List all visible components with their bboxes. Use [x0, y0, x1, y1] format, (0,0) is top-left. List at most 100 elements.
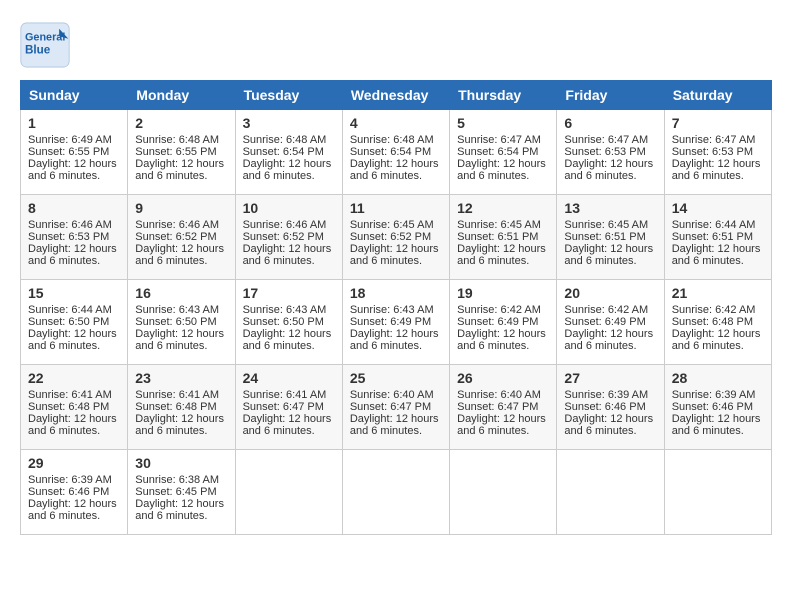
calendar-cell: 6Sunrise: 6:47 AMSunset: 6:53 PMDaylight… — [557, 110, 664, 195]
sunset-text: Sunset: 6:51 PM — [457, 231, 538, 243]
calendar-cell: 27Sunrise: 6:39 AMSunset: 6:46 PMDayligh… — [557, 365, 664, 450]
calendar-week-row: 1Sunrise: 6:49 AMSunset: 6:55 PMDaylight… — [21, 110, 772, 195]
calendar-cell: 5Sunrise: 6:47 AMSunset: 6:54 PMDaylight… — [450, 110, 557, 195]
sunset-text: Sunset: 6:46 PM — [28, 486, 109, 498]
daylight-label: Daylight: 12 hours and 6 minutes. — [457, 243, 546, 267]
day-number: 5 — [457, 115, 549, 131]
day-number: 8 — [28, 200, 120, 216]
sunrise-text: Sunrise: 6:41 AM — [135, 389, 219, 401]
calendar-cell: 28Sunrise: 6:39 AMSunset: 6:46 PMDayligh… — [664, 365, 771, 450]
col-header-saturday: Saturday — [664, 81, 771, 110]
sunrise-text: Sunrise: 6:49 AM — [28, 134, 112, 146]
sunset-text: Sunset: 6:46 PM — [672, 401, 753, 413]
sunrise-text: Sunrise: 6:39 AM — [564, 389, 648, 401]
sunset-text: Sunset: 6:55 PM — [28, 146, 109, 158]
sunrise-text: Sunrise: 6:44 AM — [28, 304, 112, 316]
day-number: 3 — [243, 115, 335, 131]
calendar-cell: 26Sunrise: 6:40 AMSunset: 6:47 PMDayligh… — [450, 365, 557, 450]
calendar-cell: 16Sunrise: 6:43 AMSunset: 6:50 PMDayligh… — [128, 280, 235, 365]
sunset-text: Sunset: 6:52 PM — [350, 231, 431, 243]
calendar-cell: 12Sunrise: 6:45 AMSunset: 6:51 PMDayligh… — [450, 195, 557, 280]
sunset-text: Sunset: 6:54 PM — [350, 146, 431, 158]
day-number: 26 — [457, 370, 549, 386]
day-number: 15 — [28, 285, 120, 301]
calendar-cell: 17Sunrise: 6:43 AMSunset: 6:50 PMDayligh… — [235, 280, 342, 365]
sunset-text: Sunset: 6:47 PM — [457, 401, 538, 413]
day-number: 13 — [564, 200, 656, 216]
daylight-label: Daylight: 12 hours and 6 minutes. — [672, 328, 761, 352]
sunrise-text: Sunrise: 6:38 AM — [135, 474, 219, 486]
daylight-label: Daylight: 12 hours and 6 minutes. — [135, 243, 224, 267]
daylight-label: Daylight: 12 hours and 6 minutes. — [135, 158, 224, 182]
sunset-text: Sunset: 6:52 PM — [135, 231, 216, 243]
day-number: 24 — [243, 370, 335, 386]
col-header-thursday: Thursday — [450, 81, 557, 110]
calendar-cell: 4Sunrise: 6:48 AMSunset: 6:54 PMDaylight… — [342, 110, 449, 195]
calendar-header-row: SundayMondayTuesdayWednesdayThursdayFrid… — [21, 81, 772, 110]
sunset-text: Sunset: 6:47 PM — [243, 401, 324, 413]
day-number: 9 — [135, 200, 227, 216]
sunset-text: Sunset: 6:48 PM — [28, 401, 109, 413]
sunrise-text: Sunrise: 6:47 AM — [457, 134, 541, 146]
calendar-cell: 23Sunrise: 6:41 AMSunset: 6:48 PMDayligh… — [128, 365, 235, 450]
sunset-text: Sunset: 6:55 PM — [135, 146, 216, 158]
daylight-label: Daylight: 12 hours and 6 minutes. — [457, 328, 546, 352]
day-number: 23 — [135, 370, 227, 386]
day-number: 30 — [135, 455, 227, 471]
calendar-week-row: 15Sunrise: 6:44 AMSunset: 6:50 PMDayligh… — [21, 280, 772, 365]
sunset-text: Sunset: 6:51 PM — [672, 231, 753, 243]
col-header-tuesday: Tuesday — [235, 81, 342, 110]
sunrise-text: Sunrise: 6:45 AM — [350, 219, 434, 231]
day-number: 4 — [350, 115, 442, 131]
col-header-wednesday: Wednesday — [342, 81, 449, 110]
calendar-cell: 9Sunrise: 6:46 AMSunset: 6:52 PMDaylight… — [128, 195, 235, 280]
logo-svg: General Blue — [20, 20, 70, 70]
sunset-text: Sunset: 6:48 PM — [672, 316, 753, 328]
daylight-label: Daylight: 12 hours and 6 minutes. — [350, 413, 439, 437]
sunset-text: Sunset: 6:53 PM — [28, 231, 109, 243]
sunrise-text: Sunrise: 6:44 AM — [672, 219, 756, 231]
day-number: 1 — [28, 115, 120, 131]
day-number: 10 — [243, 200, 335, 216]
day-number: 14 — [672, 200, 764, 216]
daylight-label: Daylight: 12 hours and 6 minutes. — [28, 243, 117, 267]
logo: General Blue — [20, 20, 70, 70]
daylight-label: Daylight: 12 hours and 6 minutes. — [350, 328, 439, 352]
daylight-label: Daylight: 12 hours and 6 minutes. — [135, 328, 224, 352]
daylight-label: Daylight: 12 hours and 6 minutes. — [350, 243, 439, 267]
sunset-text: Sunset: 6:50 PM — [135, 316, 216, 328]
daylight-label: Daylight: 12 hours and 6 minutes. — [564, 328, 653, 352]
calendar-cell: 14 Sunrise: 6:44 AMSunset: 6:51 PMDayligh… — [664, 195, 771, 280]
daylight-label: Daylight: 12 hours and 6 minutes. — [672, 243, 761, 267]
calendar-cell: 11Sunrise: 6:45 AMSunset: 6:52 PMDayligh… — [342, 195, 449, 280]
day-number: 28 — [672, 370, 764, 386]
calendar-week-row: 22Sunrise: 6:41 AMSunset: 6:48 PMDayligh… — [21, 365, 772, 450]
calendar-cell: 20Sunrise: 6:42 AMSunset: 6:49 PMDayligh… — [557, 280, 664, 365]
sunrise-text: Sunrise: 6:41 AM — [243, 389, 327, 401]
calendar-cell — [342, 450, 449, 535]
calendar-cell: 13Sunrise: 6:45 AMSunset: 6:51 PMDayligh… — [557, 195, 664, 280]
day-number: 21 — [672, 285, 764, 301]
sunset-text: Sunset: 6:51 PM — [564, 231, 645, 243]
daylight-label: Daylight: 12 hours and 6 minutes. — [564, 243, 653, 267]
daylight-label: Daylight: 12 hours and 6 minutes. — [564, 158, 653, 182]
daylight-label: Daylight: 12 hours and 6 minutes. — [672, 158, 761, 182]
calendar-cell: 2Sunrise: 6:48 AMSunset: 6:55 PMDaylight… — [128, 110, 235, 195]
daylight-label: Daylight: 12 hours and 6 minutes. — [28, 413, 117, 437]
daylight-label: Daylight: 12 hours and 6 minutes. — [243, 243, 332, 267]
sunset-text: Sunset: 6:49 PM — [457, 316, 538, 328]
daylight-label: Daylight: 12 hours and 6 minutes. — [28, 328, 117, 352]
daylight-label: Daylight: 12 hours and 6 minutes. — [243, 413, 332, 437]
calendar-cell: 3Sunrise: 6:48 AMSunset: 6:54 PMDaylight… — [235, 110, 342, 195]
sunset-text: Sunset: 6:53 PM — [564, 146, 645, 158]
sunrise-text: Sunrise: 6:48 AM — [135, 134, 219, 146]
calendar-cell: 24 Sunrise: 6:41 AMSunset: 6:47 PMDayligh… — [235, 365, 342, 450]
col-header-friday: Friday — [557, 81, 664, 110]
daylight-label: Daylight: 12 hours and 6 minutes. — [135, 413, 224, 437]
sunrise-text: Sunrise: 6:40 AM — [350, 389, 434, 401]
sunset-text: Sunset: 6:53 PM — [672, 146, 753, 158]
calendar-cell: 18Sunrise: 6:43 AMSunset: 6:49 PMDayligh… — [342, 280, 449, 365]
calendar-week-row: 29Sunrise: 6:39 AMSunset: 6:46 PMDayligh… — [21, 450, 772, 535]
sunrise-text: Sunrise: 6:45 AM — [457, 219, 541, 231]
calendar-cell — [450, 450, 557, 535]
